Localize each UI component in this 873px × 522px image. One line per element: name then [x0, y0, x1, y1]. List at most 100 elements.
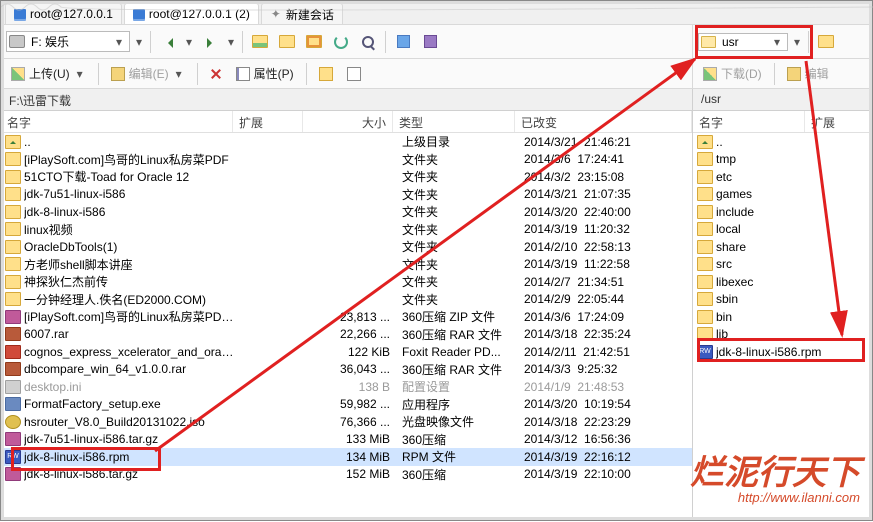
properties-local-button[interactable]: 属性(P)	[232, 63, 298, 84]
file-row[interactable]: etc	[693, 168, 872, 186]
file-row[interactable]: 方老师shell脚本讲座文件夹2014/3/19 11:22:58	[1, 256, 692, 274]
file-icon	[697, 170, 713, 184]
file-row[interactable]: share	[693, 238, 872, 256]
local-file-list[interactable]: ..上级目录2014/3/21 21:46:21[iPlaySoft.com]鸟…	[1, 133, 692, 483]
compare-button[interactable]	[418, 30, 442, 54]
file-type: 光盘映像文件	[396, 413, 518, 430]
file-row[interactable]: [iPlaySoft.com]鸟哥的Linux私房菜PDF.zip23,813 …	[1, 308, 692, 326]
drive-history-dropdown[interactable]: ▾	[133, 35, 145, 49]
col-ext[interactable]: 扩展	[233, 111, 303, 132]
file-icon	[697, 187, 713, 201]
col-name[interactable]: 名字	[693, 111, 805, 132]
file-type: RPM 文件	[396, 448, 518, 465]
file-date: 2014/3/6 17:24:09	[518, 310, 692, 324]
col-changed[interactable]: 已改变	[515, 111, 692, 132]
file-date: 2014/3/19 11:22:58	[518, 257, 692, 271]
file-row[interactable]: bin	[693, 308, 872, 326]
edit-local-button[interactable]: 编辑(E)▾	[107, 63, 189, 84]
file-row[interactable]: ..	[693, 133, 872, 151]
tab-new-session[interactable]: ✦新建会话	[261, 3, 343, 24]
file-row[interactable]: local	[693, 221, 872, 239]
file-type: 文件夹	[396, 151, 518, 168]
file-size: 122 KiB	[306, 345, 396, 359]
file-row[interactable]: jdk-8-linux-i586.rpm134 MiBRPM 文件2014/3/…	[1, 448, 692, 466]
remote-dir-selector[interactable]: usr ▾	[698, 33, 788, 51]
edit-remote-button[interactable]: 编辑	[783, 63, 833, 84]
file-row[interactable]: jdk-8-linux-i586.tar.gz152 MiB360压缩2014/…	[1, 466, 692, 484]
local-column-header[interactable]: 名字 扩展 大小 类型 已改变	[1, 111, 692, 133]
file-row[interactable]: lib	[693, 326, 872, 344]
col-name[interactable]: 名字	[1, 111, 233, 132]
monitor-icon	[14, 9, 26, 19]
file-row[interactable]: ..上级目录2014/3/21 21:46:21	[1, 133, 692, 151]
tab-session-2[interactable]: root@127.0.0.1 (2)	[124, 3, 259, 24]
parent-folder-button[interactable]	[248, 30, 272, 54]
local-drive-selector[interactable]: F: 娱乐 ▾	[6, 31, 130, 52]
file-row[interactable]: [iPlaySoft.com]鸟哥的Linux私房菜PDF文件夹2014/3/6…	[1, 151, 692, 169]
remote-history-dropdown[interactable]: ▾	[791, 35, 803, 49]
file-row[interactable]: jdk-7u51-linux-i586.tar.gz133 MiB360压缩20…	[1, 431, 692, 449]
sync-browse-button[interactable]	[391, 30, 415, 54]
file-row[interactable]: jdk-7u51-linux-i586文件夹2014/3/21 21:07:35	[1, 186, 692, 204]
file-row[interactable]: games	[693, 186, 872, 204]
file-name: cognos_express_xcelerator_and_oracle_odb…	[24, 345, 236, 359]
disk-icon	[9, 35, 25, 48]
file-row[interactable]: dbcompare_win_64_v1.0.0.rar36,043 ...360…	[1, 361, 692, 379]
upload-button[interactable]: 上传(U)▾	[7, 63, 90, 84]
col-type[interactable]: 类型	[393, 111, 515, 132]
file-icon	[5, 467, 21, 481]
home-folder-button[interactable]	[302, 30, 326, 54]
file-row[interactable]: 一分钟经理人.佚名(ED2000.COM)文件夹2014/2/9 22:05:4…	[1, 291, 692, 309]
file-row[interactable]: desktop.ini138 B配置设置2014/1/9 21:48:53	[1, 378, 692, 396]
local-path[interactable]: F:\迅雷下载	[1, 89, 693, 111]
file-row[interactable]: hsrouter_V8.0_Build20131022.iso76,366 ..…	[1, 413, 692, 431]
refresh-button[interactable]	[329, 30, 353, 54]
nav-forward-button[interactable]	[198, 30, 222, 54]
col-size[interactable]: 大小	[303, 111, 393, 132]
nav-back-menu[interactable]: ▾	[183, 35, 195, 49]
nav-forward-menu[interactable]: ▾	[225, 35, 237, 49]
file-row[interactable]: src	[693, 256, 872, 274]
find-button[interactable]	[356, 30, 380, 54]
file-row[interactable]: libexec	[693, 273, 872, 291]
remote-open-button[interactable]	[814, 30, 838, 54]
file-row[interactable]: jdk-8-linux-i586.rpm	[693, 343, 872, 361]
col-ext[interactable]: 扩展	[805, 111, 872, 132]
tab-session-1[interactable]: root@127.0.0.1	[5, 3, 122, 24]
file-row[interactable]: 神探狄仁杰前传文件夹2014/2/7 21:34:51	[1, 273, 692, 291]
file-name: tmp	[716, 152, 866, 166]
file-icon	[5, 135, 21, 149]
file-date: 2014/3/20 22:40:00	[518, 205, 692, 219]
file-icon	[697, 327, 713, 341]
file-name: src	[716, 257, 866, 271]
remote-dir-label: usr	[722, 35, 739, 49]
file-name: jdk-8-linux-i586	[24, 205, 236, 219]
remote-path[interactable]: /usr	[693, 89, 872, 111]
file-icon	[697, 205, 713, 219]
folder-icon	[701, 36, 716, 48]
file-row[interactable]: 6007.rar22,266 ...360压缩 RAR 文件2014/3/18 …	[1, 326, 692, 344]
file-icon	[5, 240, 21, 254]
dropdown-arrow-icon: ▾	[113, 35, 125, 49]
file-type: 文件夹	[396, 168, 518, 185]
new-file-local-button[interactable]	[343, 65, 365, 83]
file-row[interactable]: linux视频文件夹2014/3/19 11:20:32	[1, 221, 692, 239]
download-button[interactable]: 下载(D)	[699, 63, 766, 84]
remote-file-list[interactable]: ..tmp etcgamesincludelocalsharesrc libexec…	[693, 133, 872, 361]
file-row[interactable]: tmp	[693, 151, 872, 169]
file-row[interactable]: jdk-8-linux-i586文件夹2014/3/20 22:40:00	[1, 203, 692, 221]
new-file-icon	[347, 67, 361, 81]
new-folder-local-button[interactable]	[315, 65, 337, 83]
file-row[interactable]: include	[693, 203, 872, 221]
file-row[interactable]: cognos_express_xcelerator_and_oracle_odb…	[1, 343, 692, 361]
remote-column-header[interactable]: 名字 扩展	[693, 111, 872, 133]
root-folder-button[interactable]	[275, 30, 299, 54]
download-icon	[703, 67, 717, 81]
delete-local-button[interactable]	[206, 66, 226, 82]
file-row[interactable]: sbin	[693, 291, 872, 309]
file-row[interactable]: FormatFactory_setup.exe59,982 ...应用程序201…	[1, 396, 692, 414]
file-row[interactable]: OracleDbTools(1)文件夹2014/2/10 22:58:13	[1, 238, 692, 256]
nav-back-button[interactable]	[156, 30, 180, 54]
file-row[interactable]: 51CTO下载-Toad for Oracle 12文件夹2014/3/2 23…	[1, 168, 692, 186]
file-icon	[697, 135, 713, 149]
